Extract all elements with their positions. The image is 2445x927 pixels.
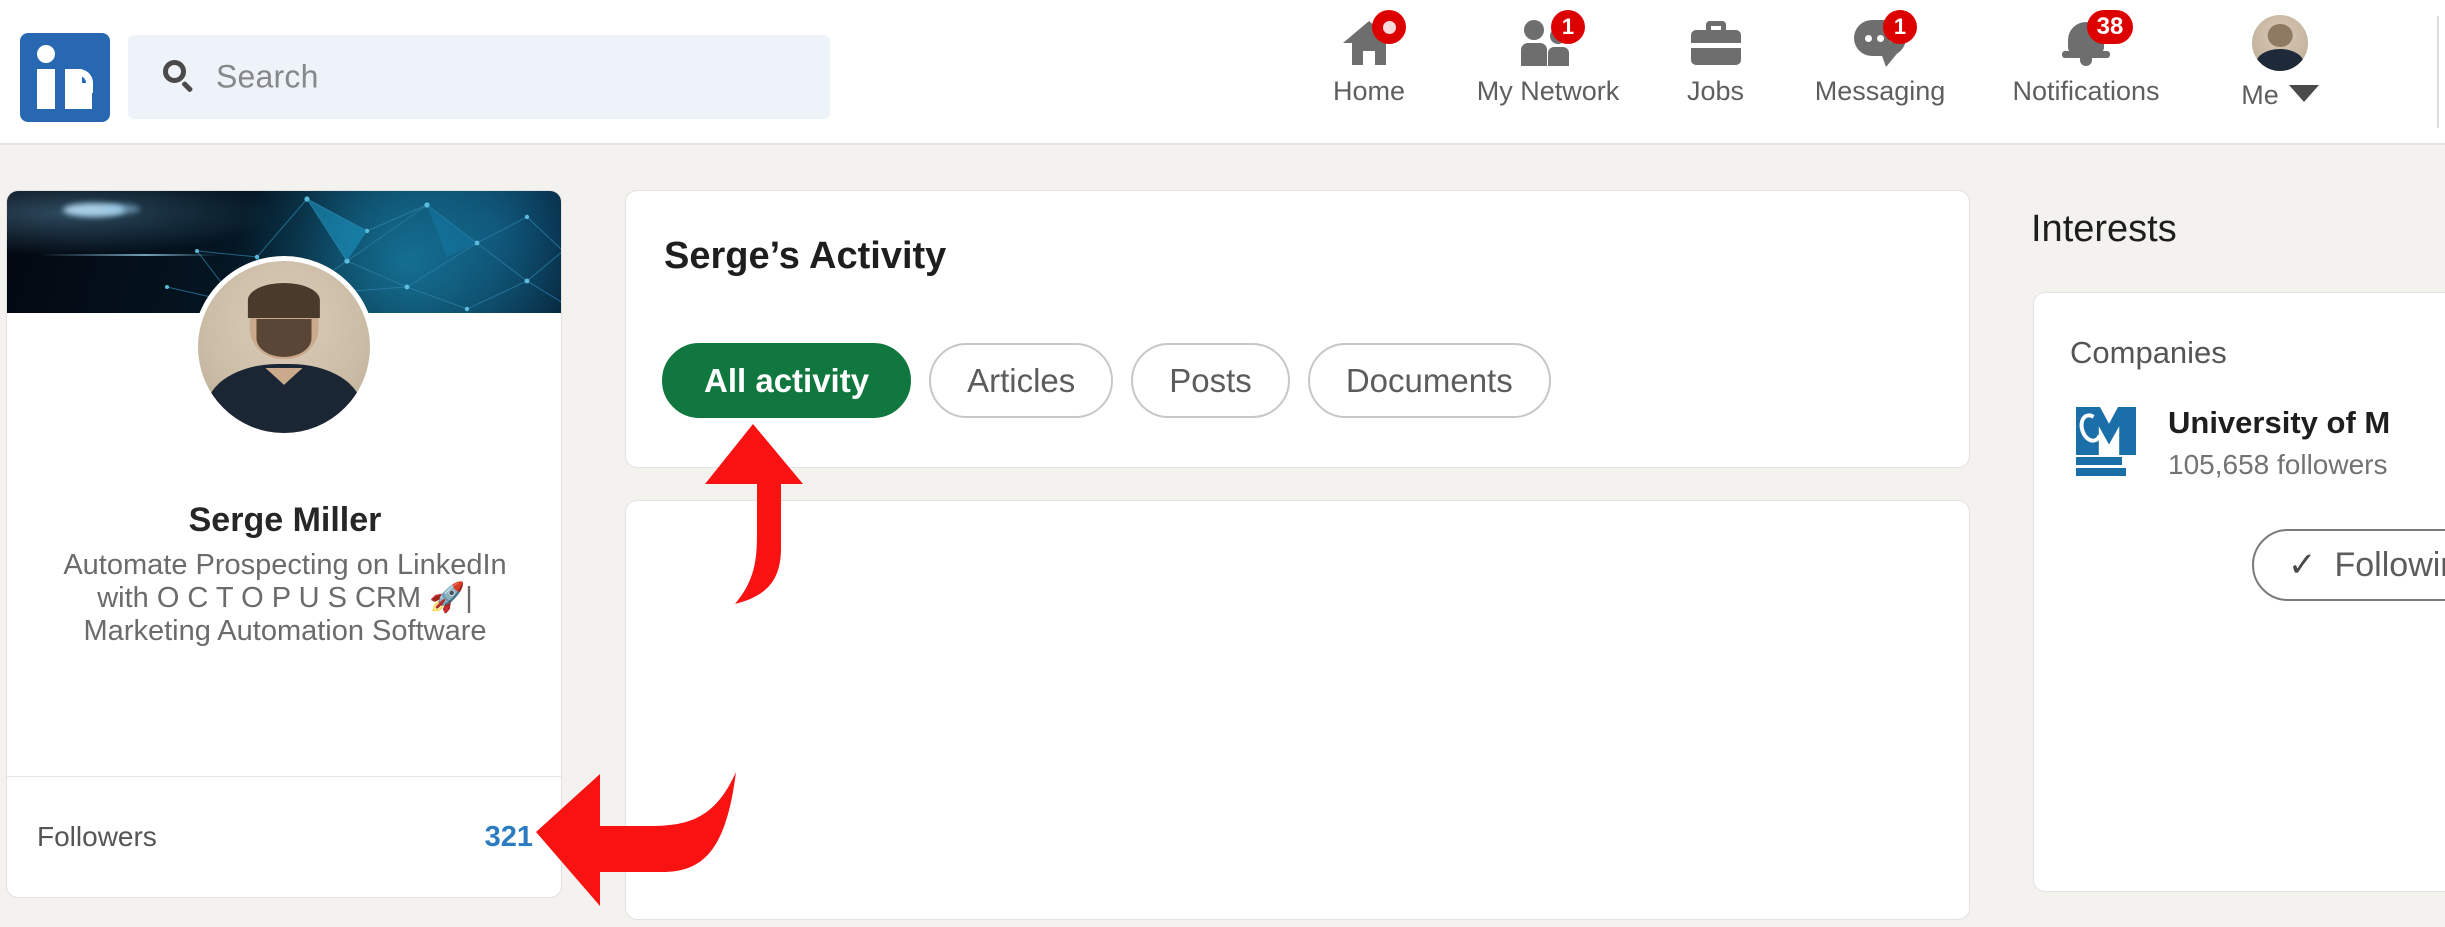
profile-headline: Automate Prospecting on LinkedIn with O … <box>63 549 507 647</box>
notifications-badge: 38 <box>2087 10 2133 44</box>
arrow-pointing-to-followers-count <box>530 760 760 920</box>
followers-count[interactable]: 321 <box>485 821 533 854</box>
followers-label: Followers <box>37 821 157 852</box>
filter-pill-articles[interactable]: Articles <box>929 343 1114 418</box>
profile-name: Serge Miller <box>188 501 382 539</box>
followers-row[interactable]: Followers 321 <box>7 776 561 897</box>
chevron-down-icon <box>2288 85 2319 102</box>
nav-item-messaging[interactable]: 1 Messaging <box>1783 0 1977 143</box>
top-navigation-bar: Search Home 1 My Network Jobs 1 Messagin… <box>0 0 2445 145</box>
arrow-pointing-to-all-activity <box>695 420 895 610</box>
company-list-item[interactable]: University of M 105,658 followers <box>2070 405 2390 481</box>
logo-n-leg <box>75 83 92 109</box>
nav-item-jobs[interactable]: Jobs <box>1648 0 1783 143</box>
nav-label-messaging: Messaging <box>1814 76 1946 106</box>
nav-item-me[interactable]: Me <box>2195 0 2365 143</box>
nav-label-me: Me <box>2241 80 2279 110</box>
activity-title: Serge’s Activity <box>664 235 947 277</box>
following-button[interactable]: ✓ Following <box>2252 529 2445 601</box>
profile-card[interactable]: Serge Miller Automate Prospecting on Lin… <box>6 190 562 898</box>
my-network-badge: 1 <box>1551 10 1585 44</box>
logo-dot <box>37 45 55 63</box>
filter-pill-posts[interactable]: Posts <box>1131 343 1290 418</box>
linkedin-profile-page: Search Home 1 My Network Jobs 1 Messagin… <box>0 0 2445 927</box>
company-name[interactable]: University of M <box>2168 405 2390 441</box>
home-badge <box>1372 10 1406 44</box>
nav-item-notifications[interactable]: 38 Notifications <box>1977 0 2195 143</box>
following-button-label: Following <box>2334 545 2445 584</box>
nav-item-my-network[interactable]: 1 My Network <box>1448 0 1648 143</box>
search-placeholder: Search <box>216 58 319 95</box>
filter-pill-documents[interactable]: Documents <box>1307 343 1551 418</box>
companies-section-label: Companies <box>2070 335 2227 370</box>
company-followers: 105,658 followers <box>2168 449 2388 480</box>
interests-title: Interests <box>2031 208 2177 250</box>
nav-item-home[interactable]: Home <box>1290 0 1448 143</box>
search-input[interactable]: Search <box>128 35 830 119</box>
messaging-badge: 1 <box>1883 10 1917 44</box>
activity-filter-pills: All activity Articles Posts Documents <box>662 343 1551 418</box>
logo-i-stem <box>37 69 55 109</box>
filter-pill-all-activity[interactable]: All activity <box>662 343 912 418</box>
profile-avatar[interactable] <box>193 256 375 438</box>
nav-items-group: Home 1 My Network Jobs 1 Messaging 38 No… <box>1290 0 2365 143</box>
linkedin-logo-icon[interactable] <box>20 33 110 122</box>
briefcase-icon <box>1690 21 1741 65</box>
banner-streak <box>40 254 219 257</box>
nav-label-home: Home <box>1332 76 1406 106</box>
search-icon <box>163 60 197 94</box>
avatar <box>2252 15 2308 71</box>
nav-label-jobs: Jobs <box>1686 76 1745 106</box>
umass-boston-logo-icon <box>2070 405 2142 477</box>
check-icon: ✓ <box>2288 546 2317 584</box>
nav-label-my-network: My Network <box>1476 76 1620 106</box>
nav-right-divider <box>2437 16 2439 128</box>
interests-card: Companies University of M 105,658 follow… <box>2033 292 2445 892</box>
nav-label-notifications: Notifications <box>2012 76 2160 106</box>
